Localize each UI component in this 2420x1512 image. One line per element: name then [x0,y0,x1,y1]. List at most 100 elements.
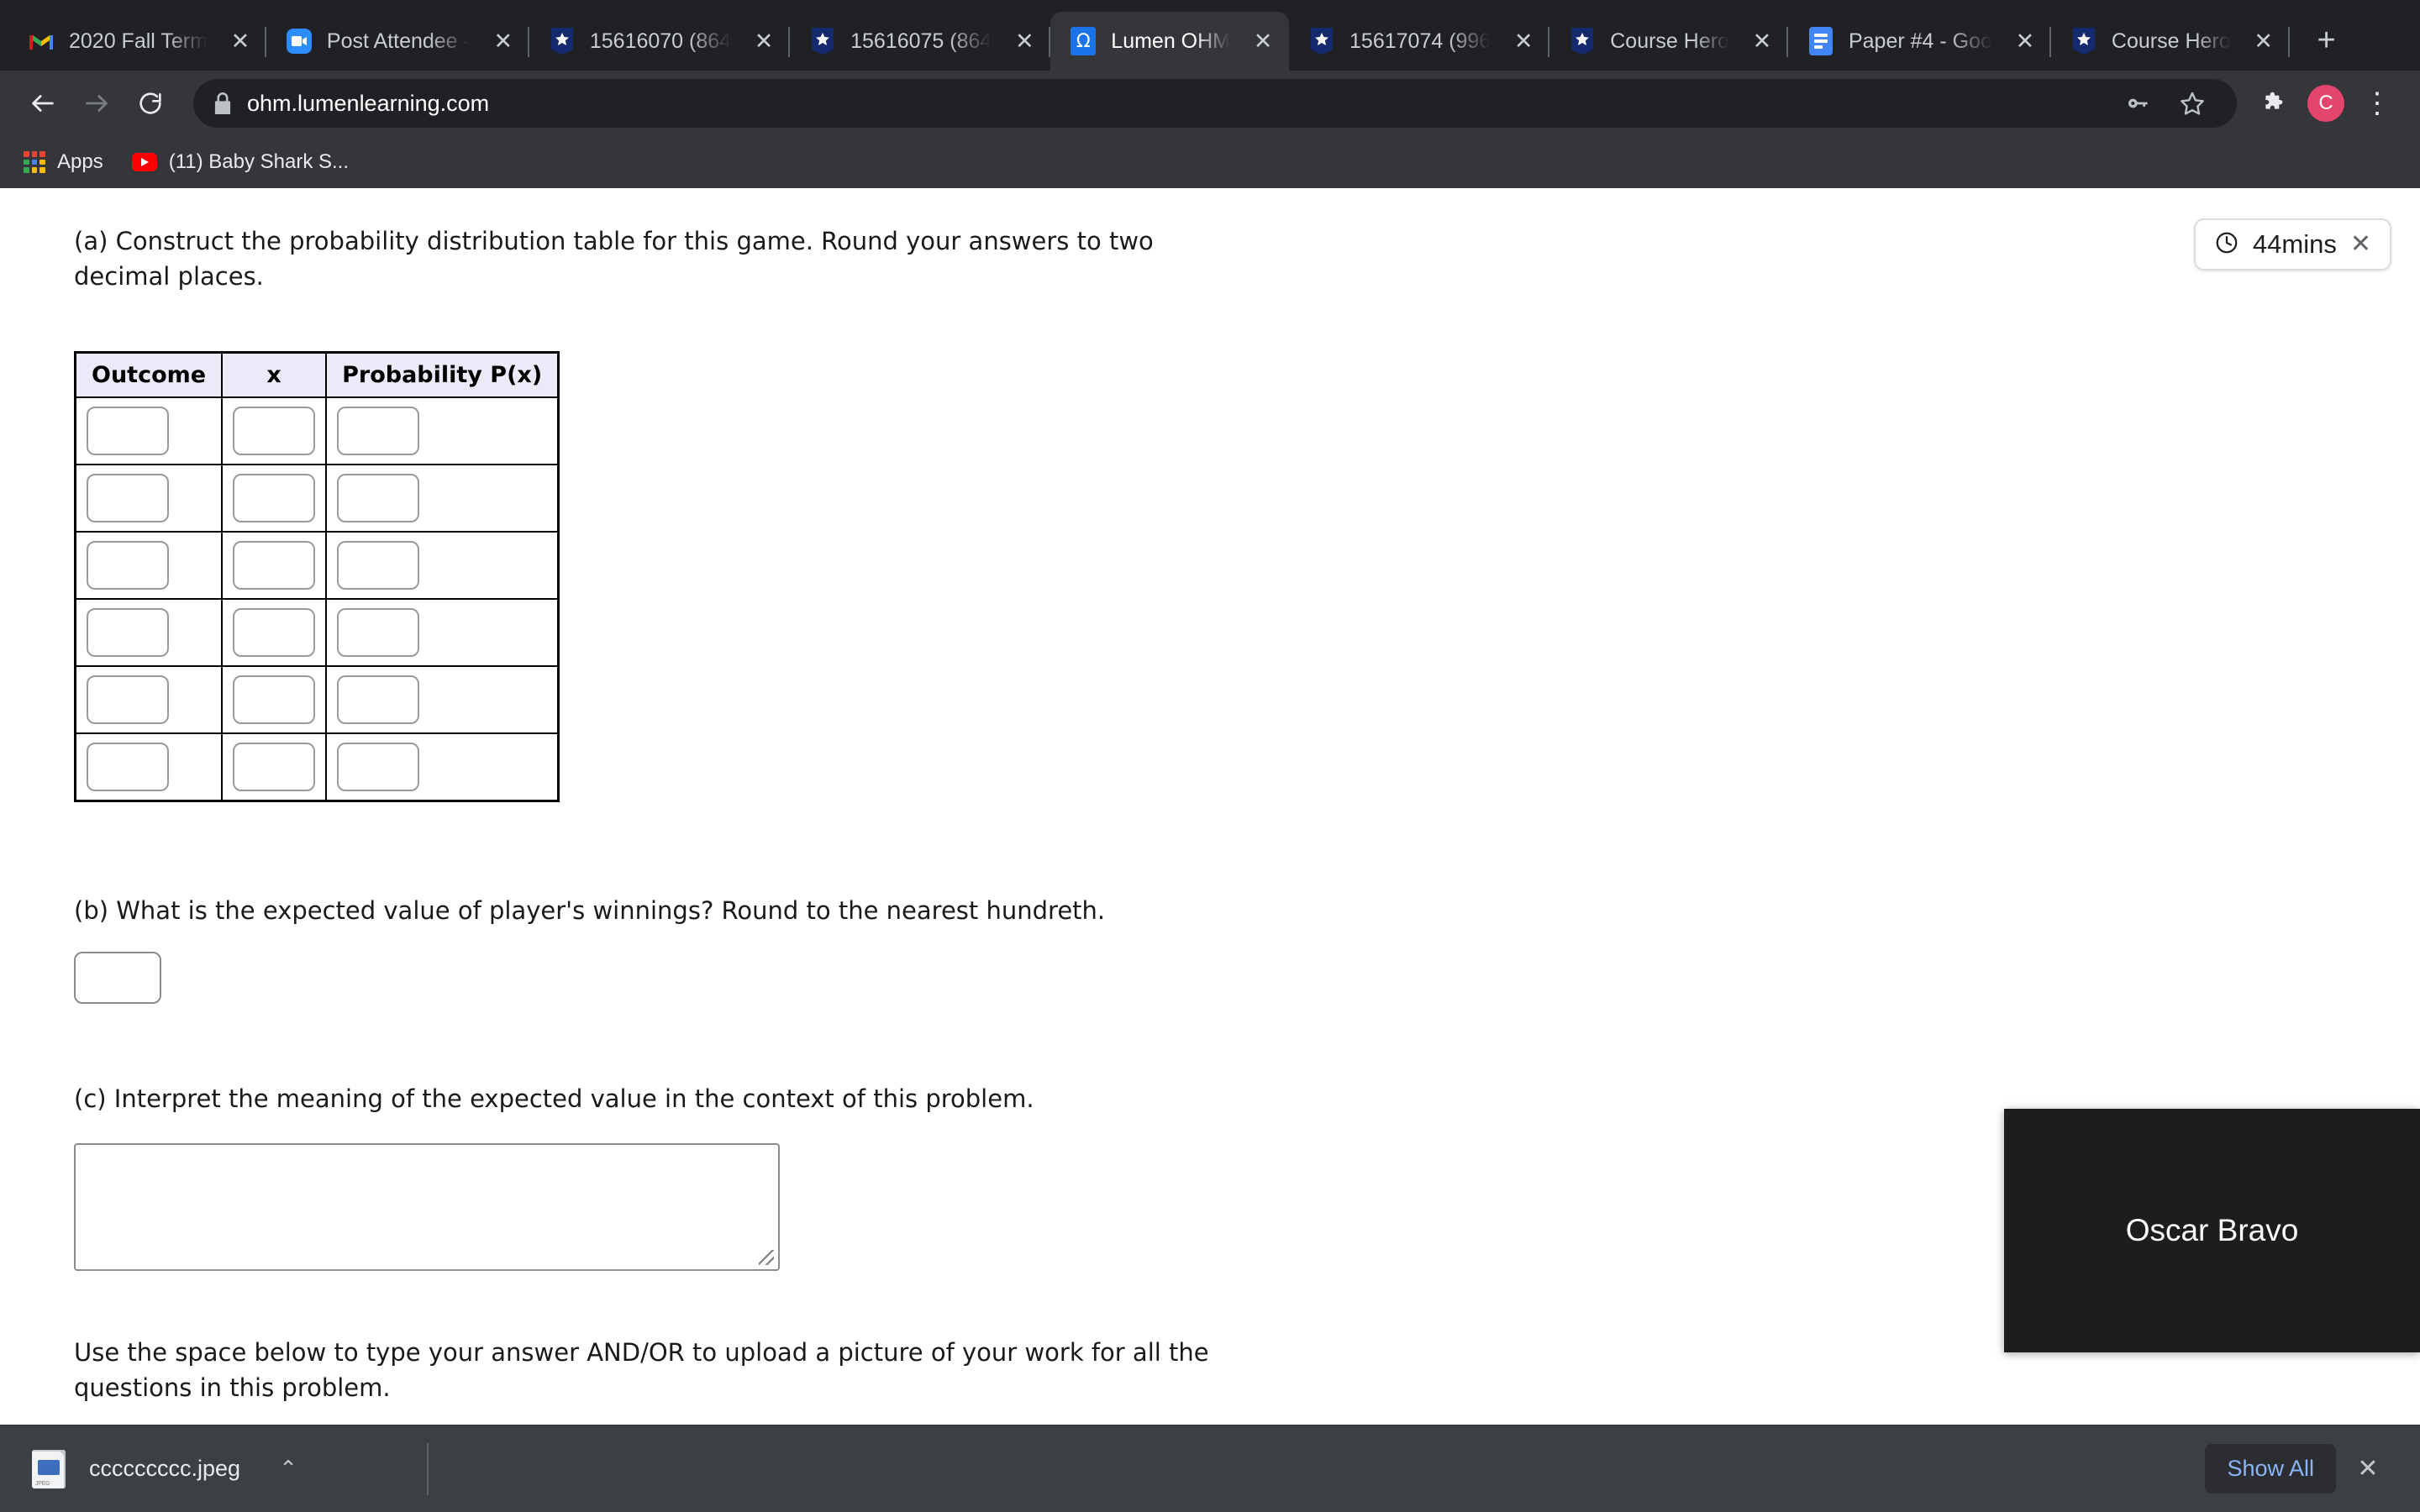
probability-input-0[interactable] [337,407,420,456]
table-cell-probability [325,464,560,533]
coursehero-icon [808,27,837,55]
table-row [74,531,560,601]
shelf-close-button[interactable]: ✕ [2344,1446,2391,1493]
jpeg-file-icon [32,1449,66,1488]
browser-tab-4-active[interactable]: Ω Lumen OHM ✕ [1050,12,1290,71]
table-cell-probability [325,665,560,735]
tab-close-button[interactable]: ✕ [1748,27,1776,55]
outcome-input-4[interactable] [87,675,169,725]
browser-tab-5[interactable]: 15617074 (996 ✕ [1289,12,1550,71]
table-cell-outcome [74,464,224,533]
tab-close-button[interactable]: ✕ [1509,27,1538,55]
table-cell-x [221,732,328,802]
reload-button[interactable] [126,79,175,128]
key-icon[interactable] [2114,79,2163,128]
browser-tab-7[interactable]: Paper #4 - Goo ✕ [1788,12,2051,71]
table-row [74,396,560,466]
coursehero-icon [548,27,576,55]
x-input-3[interactable] [233,608,316,658]
browser-tab-8[interactable]: Course Hero ✕ [2051,12,2290,71]
tab-close-button[interactable]: ✕ [226,27,255,55]
timer-close-button[interactable]: ✕ [2350,232,2371,257]
show-all-button[interactable]: Show All [2205,1444,2336,1494]
table-cell-outcome [74,665,224,735]
probability-input-4[interactable] [337,675,420,725]
download-shelf: ccccccccc.jpeg ⌃ Show All ✕ [0,1425,2420,1512]
column-header-outcome: Outcome [74,351,224,399]
table-cell-probability [325,396,560,466]
x-input-5[interactable] [233,743,316,792]
browser-menu-button[interactable]: ⋮ [2353,79,2402,128]
tab-strip: 2020 Fall Term ✕ Post Attendee - ✕ 15616… [0,0,2420,71]
outcome-input-2[interactable] [87,541,169,591]
x-input-2[interactable] [233,541,316,591]
table-cell-probability [325,531,560,601]
outcome-input-3[interactable] [87,608,169,658]
download-file-name: ccccccccc.jpeg [89,1456,241,1481]
x-input-1[interactable] [233,474,316,523]
table-cell-x [221,531,328,601]
table-row [74,598,560,668]
apps-grid-icon [24,151,45,173]
probability-distribution-table: Outcome x Probability P(x) [74,351,560,803]
tab-title: Paper #4 - Goo [1848,29,1992,53]
chevron-up-icon[interactable]: ⌃ [279,1456,297,1482]
bookmark-label: (11) Baby Shark S... [168,150,350,173]
probability-input-3[interactable] [337,608,420,658]
probability-input-5[interactable] [337,743,420,792]
tab-divider [2287,27,2290,57]
url-text: ohm.lumenlearning.com [247,90,490,116]
outcome-input-1[interactable] [87,474,169,523]
timer-label: 44mins [2252,229,2337,259]
profile-avatar[interactable]: C [2307,85,2344,122]
bookmark-baby-shark[interactable]: (11) Baby Shark S... [131,150,350,174]
browser-window: 2020 Fall Term ✕ Post Attendee - ✕ 15616… [0,0,2420,1512]
tab-close-button[interactable]: ✕ [2011,27,2039,55]
coursehero-icon [1307,27,1336,55]
tab-title: Lumen OHM [1111,29,1231,53]
timer-widget[interactable]: 44mins ✕ [2193,218,2391,270]
tab-title: Post Attendee - [326,29,471,53]
tab-close-button[interactable]: ✕ [489,27,518,55]
bookmark-apps[interactable]: Apps [24,150,103,174]
table-cell-probability [325,732,560,802]
browser-tab-2[interactable]: 15616070 (864 ✕ [529,12,791,71]
address-bar[interactable]: ohm.lumenlearning.com [193,79,2237,128]
clock-icon [2214,230,2239,260]
x-input-4[interactable] [233,675,316,725]
browser-toolbar: ohm.lumenlearning.com C ⋮ [0,71,2420,136]
browser-tab-6[interactable]: Course Hero ✕ [1549,12,1788,71]
x-input-0[interactable] [233,407,316,456]
download-item[interactable]: ccccccccc.jpeg ⌃ [29,1439,398,1499]
table-cell-outcome [74,396,224,466]
table-cell-outcome [74,531,224,601]
outcome-input-5[interactable] [87,743,169,792]
browser-tab-3[interactable]: 15616075 (864 ✕ [790,12,1051,71]
forward-button[interactable] [72,79,121,128]
back-button[interactable] [18,79,67,128]
tab-close-button[interactable]: ✕ [1249,27,1277,55]
tab-title: 15617074 (996 [1349,29,1491,53]
table-cell-probability [325,598,560,668]
outcome-input-0[interactable] [87,407,169,456]
coursehero-icon [1568,27,1597,55]
browser-tab-0[interactable]: 2020 Fall Term ✕ [8,12,266,71]
tab-close-button[interactable]: ✕ [2249,27,2278,55]
upload-instructions: Use the space below to type your answer … [74,1338,1209,1403]
google-docs-icon [1807,27,1835,55]
extensions-puzzle-icon[interactable] [2250,79,2299,128]
part-c-answer-textarea[interactable] [74,1143,780,1272]
tab-close-button[interactable]: ✕ [1010,27,1039,55]
browser-tab-1[interactable]: Post Attendee - ✕ [266,12,529,71]
tab-close-button[interactable]: ✕ [750,27,778,55]
star-icon[interactable] [2168,79,2217,128]
probability-input-2[interactable] [337,541,420,591]
table-row [74,732,560,802]
shelf-divider [427,1442,429,1495]
tab-title: Course Hero [1610,29,1729,53]
table-cell-x [221,396,328,466]
video-participant-tile[interactable]: Oscar Bravo [2004,1109,2420,1352]
part-b-answer-input[interactable] [74,952,161,1005]
probability-input-1[interactable] [337,474,420,523]
new-tab-button[interactable]: + [2303,17,2350,64]
